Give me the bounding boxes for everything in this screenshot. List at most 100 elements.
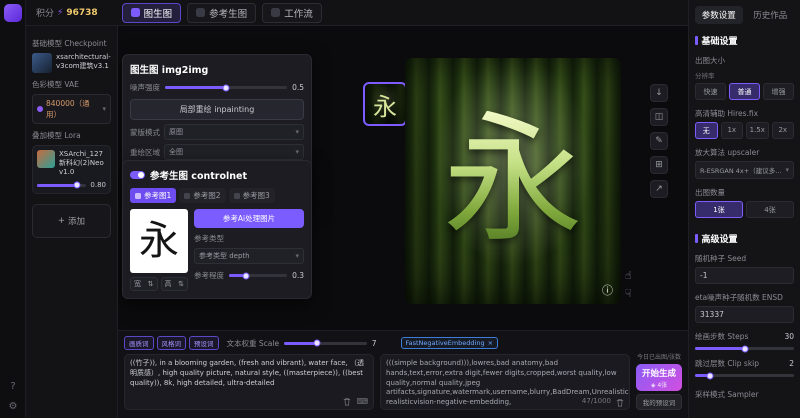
seed-input[interactable]: -1 — [695, 267, 794, 284]
top-bar: 积分 ⚡ 96738 图生图 参考生图 工作流 — [26, 0, 688, 26]
daily-count-label: 今日已出图/张数 — [636, 354, 682, 361]
resolution-enhanced-button[interactable]: 增强 — [763, 83, 794, 100]
steps-slider[interactable] — [695, 347, 794, 350]
app-root: ? ⚙ 积分 ⚡ 96738 图生图 参考生图 工作流 基础模型 C — [0, 0, 800, 418]
tab-history[interactable]: 历史作品 — [747, 6, 795, 24]
count-1-button[interactable]: 1张 — [695, 201, 743, 218]
controlnet-toggle[interactable] — [130, 171, 145, 179]
controlnet-body: 永 宽 ⇅ 高 ⇅ 参考Ai处理图片 参考 — [130, 209, 304, 291]
resolution-fast-button[interactable]: 快速 — [695, 83, 726, 100]
generate-button[interactable]: 开始生成 ◈ 4张 — [636, 364, 682, 391]
checkpoint-name: xsarchitectural-v3com建筑v3.1 — [56, 53, 111, 71]
steps-row: 绘画步数 Steps 30 — [695, 331, 794, 342]
tab-reference-gen[interactable]: 参考生图 — [187, 3, 256, 23]
clip-skip-row: 跳过层数 Clip skip 2 — [695, 358, 794, 369]
clip-skip-slider[interactable] — [695, 374, 794, 377]
negative-embedding-chip[interactable]: FastNegativeEmbedding × — [401, 337, 499, 349]
prompt-chip[interactable]: 画质词 — [124, 336, 154, 350]
like-icon[interactable]: ☝ — [625, 270, 632, 281]
controlnet-tab-3[interactable]: 参考图3 — [229, 188, 275, 203]
count-4-button[interactable]: 4张 — [746, 201, 794, 218]
strength-slider[interactable] — [229, 274, 287, 277]
plus-icon: + — [58, 216, 65, 226]
trash-icon[interactable] — [343, 397, 351, 406]
lora-weight-slider[interactable] — [37, 184, 86, 187]
tab-img2img[interactable]: 图生图 — [122, 3, 182, 23]
hires-1x-button[interactable]: 1x — [721, 122, 744, 139]
img2img-panel-title: 图生图 img2img — [130, 62, 304, 76]
reference-image[interactable]: 永 — [130, 209, 188, 273]
strength-label: 参考程度 — [194, 270, 224, 281]
positive-prompt-footer: ⌨ — [339, 396, 368, 407]
controlnet-settings-column: 参考Ai处理图片 参考类型 参考类型 depth ▾ 参考程度 0.3 — [194, 209, 304, 291]
info-icon[interactable]: ⓘ — [602, 282, 613, 298]
char-count: 47/1000 — [582, 397, 611, 407]
hires-2x-button[interactable]: 2x — [772, 122, 795, 139]
help-icon[interactable]: ? — [10, 382, 15, 392]
reference-type-select[interactable]: 参考类型 depth ▾ — [194, 248, 304, 264]
basic-settings-header: 基础设置 — [695, 34, 794, 47]
generate-sublabel: ◈ 4张 — [651, 380, 667, 389]
vae-select[interactable]: 840000（通用） ▾ — [32, 94, 111, 124]
result-thumbnail[interactable]: 永 — [363, 82, 407, 126]
inpaint-button[interactable]: 局部重绘 inpainting — [130, 99, 304, 120]
edit-icon[interactable]: ✎ — [650, 132, 668, 150]
controlnet-tab-1[interactable]: 参考图1 — [130, 188, 176, 203]
checkpoint-model-row[interactable]: xsarchitectural-v3com建筑v3.1 — [32, 53, 111, 73]
thumbnail-glyph: 永 — [373, 87, 397, 122]
upscaler-select[interactable]: R-ESRGAN 4x+（建议多种风格） ▾ — [695, 161, 794, 179]
height-stepper[interactable]: 高 ⇅ — [161, 277, 189, 291]
controlnet-tab-label: 参考图1 — [144, 190, 171, 201]
negative-embedding-label: FastNegativeEmbedding — [406, 339, 485, 347]
slider-fill — [37, 184, 77, 187]
grid-icon[interactable]: ⊞ — [650, 156, 668, 174]
my-presets-button[interactable]: 我的预设词 — [636, 394, 682, 410]
sampler-label: 采样模式 Sampler — [695, 389, 794, 400]
trash-icon[interactable] — [616, 398, 624, 407]
settings-icon[interactable]: ⚙ — [9, 402, 18, 412]
ensd-input[interactable]: 31337 — [695, 306, 794, 323]
share-icon[interactable]: ↗ — [650, 180, 668, 198]
width-stepper[interactable]: 宽 ⇅ — [130, 277, 158, 291]
hires-none-button[interactable]: 无 — [695, 122, 718, 139]
controlnet-panel-title: 参考生图 controlnet — [150, 168, 247, 182]
result-preview[interactable]: 永 ⓘ — [405, 58, 621, 304]
mask-mode-select[interactable]: 原图 ▾ — [164, 124, 304, 140]
dislike-icon[interactable]: ☟ — [625, 288, 632, 299]
denoise-label: 噪声强度 — [130, 82, 160, 93]
positive-prompt-input[interactable]: ((竹子)), in a blooming garden, (fresh and… — [124, 354, 374, 410]
prompt-chip[interactable]: 风格词 — [157, 336, 187, 350]
prompt-bar-top: 画质词 风格词 预设词 文本权重 Scale 7 FastNegativeEmb… — [124, 336, 682, 350]
mask-mode-row: 蒙版模式 原图 ▾ — [130, 124, 304, 140]
prompt-chip[interactable]: 预设词 — [189, 336, 219, 350]
app-logo[interactable] — [4, 4, 22, 22]
ai-process-button[interactable]: 参考Ai处理图片 — [194, 209, 304, 228]
close-icon[interactable]: × — [488, 339, 493, 347]
negative-prompt-input[interactable]: (((simple background))),lowres,bad anato… — [380, 354, 630, 410]
lora-card[interactable]: XSArchi_127新科幻(2)Neov1.0 0.80 — [32, 145, 111, 194]
reference-image-icon — [184, 193, 190, 199]
reference-column: 永 宽 ⇅ 高 ⇅ — [130, 209, 188, 291]
redraw-area-select[interactable]: 全图 ▾ — [164, 144, 304, 160]
lora-model-row: XSArchi_127新科幻(2)Neov1.0 — [37, 150, 106, 176]
add-model-button[interactable]: + 添加 — [32, 204, 111, 238]
cfg-scale-slider[interactable] — [284, 342, 367, 345]
lightning-icon: ⚡ — [57, 8, 63, 18]
hires-1-5x-button[interactable]: 1.5x — [746, 122, 769, 139]
keyboard-icon[interactable]: ⌨ — [356, 396, 368, 407]
strength-value: 0.3 — [292, 271, 304, 280]
tab-workflow[interactable]: 工作流 — [262, 3, 322, 23]
download-icon[interactable]: ↓ — [650, 84, 668, 102]
resolution-normal-button[interactable]: 普通 — [729, 83, 760, 100]
controlnet-tab-2[interactable]: 参考图2 — [179, 188, 225, 203]
hires-fix-label: 高清辅助 Hires.fix — [695, 108, 794, 119]
width-label: 宽 — [134, 279, 141, 289]
tab-parameters[interactable]: 参数设置 — [695, 6, 743, 24]
hires-options: 无 1x 1.5x 2x — [695, 122, 794, 139]
points-badge[interactable]: 积分 ⚡ 96738 — [36, 6, 98, 19]
slider-fill — [284, 342, 317, 345]
denoise-slider[interactable] — [165, 86, 287, 89]
generate-label: 开始生成 — [642, 367, 676, 379]
controlnet-tabs: 参考图1 参考图2 参考图3 — [130, 188, 304, 203]
compare-icon[interactable]: ◫ — [650, 108, 668, 126]
